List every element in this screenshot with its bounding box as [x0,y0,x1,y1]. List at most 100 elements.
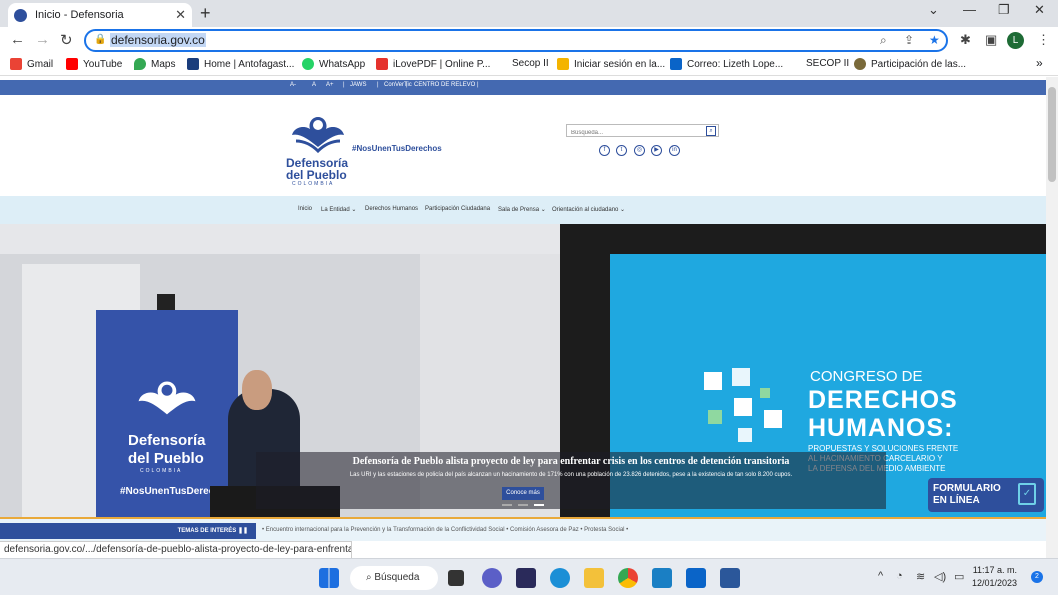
interest-topics-bar: TEMAS DE INTERÉS ❚❚ • Encuentro internac… [0,517,1046,541]
address-bar[interactable]: 🔒 defensoria.gov.co ⌕ ⇪ ★ [84,29,948,52]
speaker-head [242,370,272,410]
menu-inicio[interactable]: Inicio [298,206,312,212]
menu-derechos-humanos[interactable]: Derechos Humanos [365,206,418,212]
linkedin-icon[interactable]: in [669,145,680,156]
bookmarks-overflow[interactable]: » [1036,56,1043,70]
site-logo[interactable]: Defensoría del Pueblo COLOMBIA [286,113,350,187]
status-url-bubble: defensoria.gov.co/.../defensoría-de-pueb… [0,541,352,558]
interest-topics[interactable]: • Encuentro internacional para la Preven… [262,527,628,533]
tab-search-icon[interactable]: ⌄ [928,2,939,18]
search-icon[interactable]: ⌕ [706,126,716,136]
carousel-dot-3[interactable] [534,504,544,506]
font-decrease-button[interactable]: A- [290,82,296,88]
task-view-icon[interactable] [448,570,464,586]
font-reset-button[interactable]: A [312,82,316,88]
lock-icon[interactable]: 🔒 [94,34,106,45]
reload-icon[interactable]: ↻ [60,31,73,49]
clock-date: 12/01/2023 [972,578,1018,588]
chrome-icon[interactable] [618,568,638,588]
bookmark-star-icon[interactable]: ★ [929,33,940,47]
url-text[interactable]: defensoria.gov.co [110,33,206,47]
l-app-icon[interactable] [652,568,672,588]
hero-headline[interactable]: Defensoría de Pueblo alista proyecto de … [256,456,886,467]
taskbar-search[interactable]: ⌕ Búsqueda [350,566,438,590]
site-favicon-icon [14,8,27,22]
minimize-button[interactable]: — [963,2,976,17]
share-icon[interactable]: ⇪ [904,33,914,47]
ilovepdf-icon [376,58,388,70]
jaws-link[interactable]: JAWS [350,82,366,88]
menu-orientacion[interactable]: Orientación al ciudadano ⌄ [552,206,625,213]
menu-sala-prensa[interactable]: Sala de Prensa ⌄ [498,206,546,213]
hero-carousel[interactable]: Defensoría del Pueblo COLOMBIA #NosUnenT… [0,224,1046,517]
file-explorer-icon[interactable] [584,568,604,588]
maximize-button[interactable]: ❐ [998,2,1010,18]
pause-icon[interactable]: ❚❚ [238,528,248,534]
bookmark-secop-ii[interactable]: Secop II [512,58,549,69]
menu-la-entidad[interactable]: La Entidad ⌄ [321,206,356,213]
facebook-icon[interactable]: f [599,145,610,156]
twitter-icon[interactable]: t [616,145,627,156]
formulario-en-linea-button[interactable]: FORMULARIO EN LÍNEA ✓ [928,478,1044,512]
instagram-icon[interactable]: ◎ [634,145,645,156]
tray-app-icon[interactable]: ◔ [896,570,903,582]
side-panel-icon[interactable]: ▣ [985,32,997,48]
tray-chevron-icon[interactable]: ^ [878,570,883,582]
volume-icon[interactable]: ◁) [934,570,946,583]
maps-pin-icon [134,58,146,70]
congress-title-2: DERECHOS [808,386,958,414]
notification-badge[interactable]: 2 [1031,571,1043,583]
bookmark-ilovepdf[interactable]: iLovePDF | Online P... [376,58,490,70]
centro-relevo-link[interactable]: CENTRO DE RELEVO [414,82,475,88]
bookmark-iniciar-sesion[interactable]: Iniciar sesión en la... [557,58,665,70]
bookmark-maps[interactable]: Maps [134,58,175,70]
menu-kebab-icon[interactable]: ⋮ [1037,32,1050,48]
store-icon[interactable] [516,568,536,588]
menu-participacion[interactable]: Participación Ciudadana [425,206,490,212]
chat-icon[interactable] [482,568,502,588]
site-search-input[interactable] [567,127,697,139]
taskbar-clock[interactable]: 11:17 a. m. 12/01/2023 [972,564,1017,590]
bookmark-antofagasta[interactable]: Home | Antofagast... [187,58,294,70]
youtube-social-icon[interactable]: ▶ [651,145,662,156]
wifi-icon[interactable]: ≋ [916,570,925,583]
carousel-dot-1[interactable] [502,504,512,506]
tab-close-icon[interactable]: ✕ [175,7,186,23]
whatsapp-icon [302,58,314,70]
main-menu: Inicio La Entidad ⌄ Derechos Humanos Par… [0,196,1046,224]
windows-start-icon[interactable] [319,568,339,588]
profile-avatar[interactable]: L [1007,32,1024,49]
accessibility-strip: A- A A+ | JAWS | ConVerTic | CENTRO DE R… [0,80,1046,95]
word-icon[interactable] [720,568,740,588]
logo-line-2: del Pueblo [286,168,347,182]
antofagasta-icon [187,58,199,70]
zoom-search-icon[interactable]: ⌕ [880,33,887,48]
bookmark-whatsapp[interactable]: WhatsApp [302,58,365,70]
scrollbar-thumb[interactable] [1048,87,1056,182]
tab-title: Inicio - Defensoria [35,9,124,21]
bookmark-gmail[interactable]: Gmail [10,58,53,70]
bookmark-correo[interactable]: Correo: Lizeth Lope... [670,58,783,70]
windows-grid-icon [557,58,569,70]
web-page: A- A A+ | JAWS | ConVerTic | CENTRO DE R… [0,77,1046,541]
new-tab-button[interactable]: + [200,3,211,24]
hero-subtext: Las URI y las estaciones de policía del … [349,472,793,478]
mail-icon[interactable] [686,568,706,588]
forward-icon[interactable]: → [35,31,50,48]
page-scrollbar[interactable] [1046,77,1058,558]
browser-tabbar: Inicio - Defensoria ✕ + ⌄ — ❐ ✕ [0,0,1058,27]
browser-tab[interactable]: Inicio - Defensoria ✕ [8,3,192,27]
windows-taskbar: ⌕ Búsqueda ^ ◔ ≋ ◁) ▭ 11:17 a. m. 12/01/… [0,558,1058,595]
bookmark-participacion[interactable]: Participación de las... [854,58,966,70]
conoce-mas-button[interactable]: Conoce más [502,487,544,500]
back-icon[interactable]: ← [10,31,25,48]
bookmark-secop-ii-2[interactable]: SECOP II [806,58,849,69]
carousel-dot-2[interactable] [518,504,528,506]
close-window-button[interactable]: ✕ [1034,2,1045,18]
congress-title-3: HUMANOS: [808,414,954,442]
battery-icon[interactable]: ▭ [954,570,964,583]
font-increase-button[interactable]: A+ [326,82,334,88]
bookmark-youtube[interactable]: YouTube [66,58,122,70]
extensions-icon[interactable]: ✱ [960,32,971,48]
edge-icon[interactable] [550,568,570,588]
